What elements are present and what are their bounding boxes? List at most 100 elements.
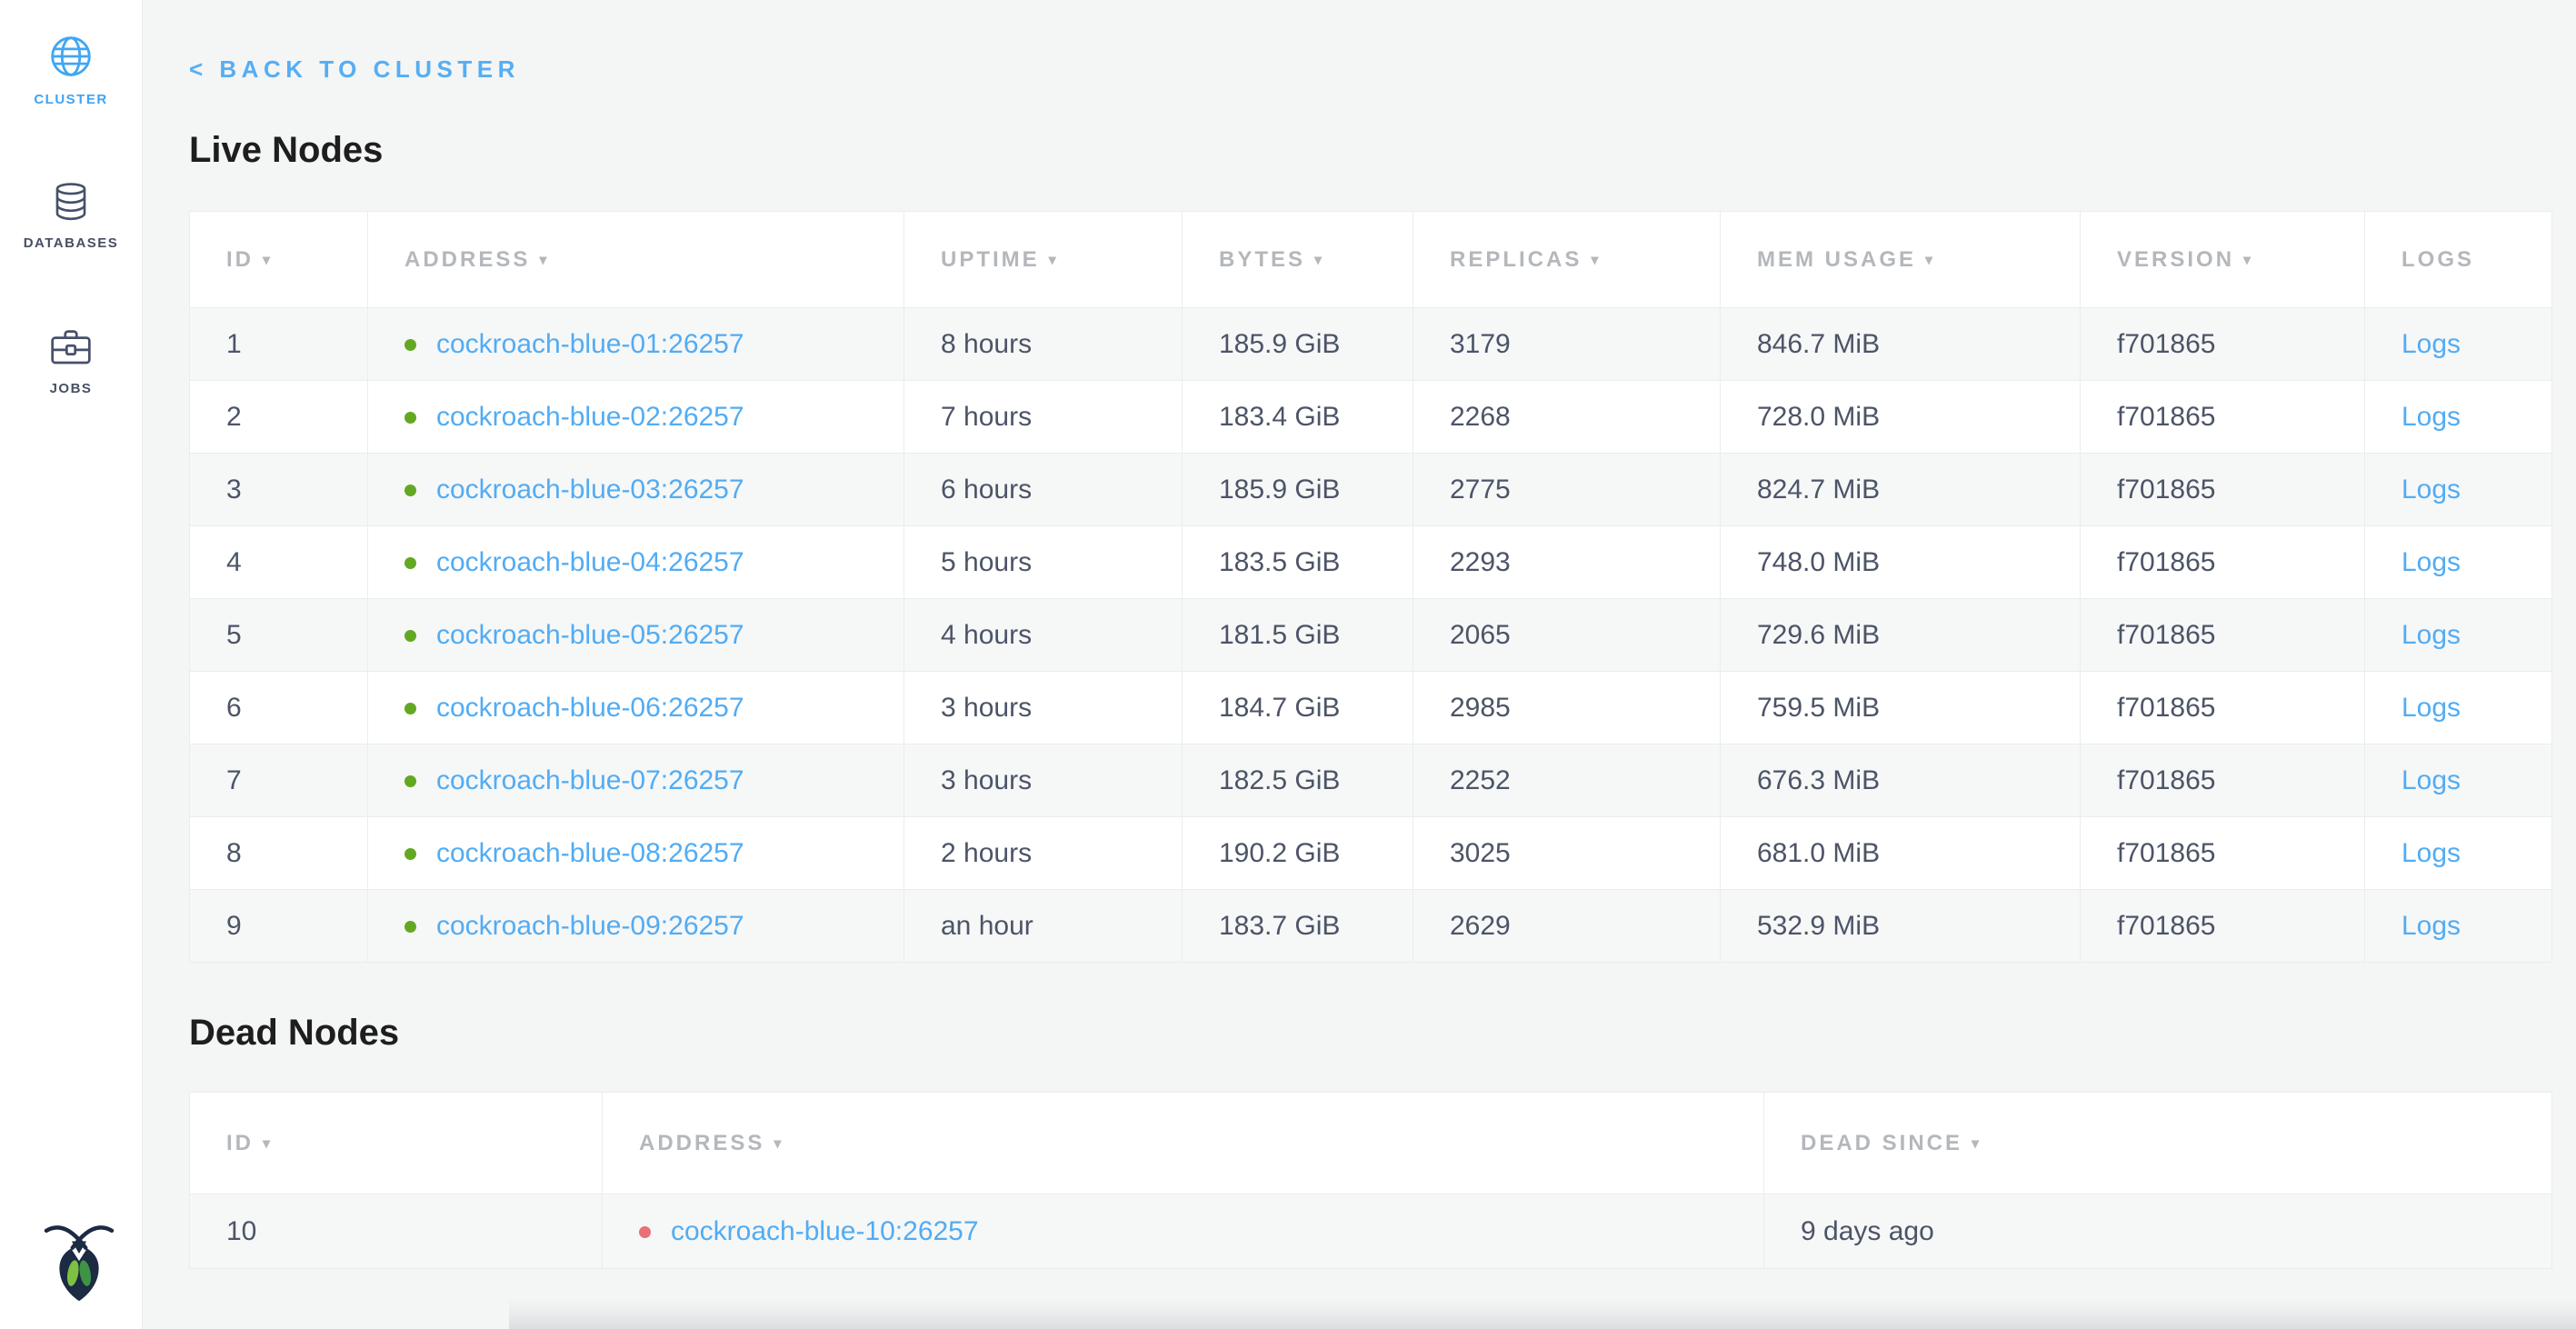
table-cell-mem_usage: 748.0 MiB [1721, 526, 2081, 599]
table-cell-replicas: 2985 [1413, 672, 1721, 744]
sidebar-item-label: CLUSTER [34, 92, 107, 107]
cell-uptime: 6 hours [941, 475, 1032, 505]
node-address-link[interactable]: cockroach-blue-06:26257 [436, 693, 744, 723]
table-cell-logs: Logs [2365, 817, 2552, 890]
sidebar-item-jobs[interactable]: JOBS [0, 324, 142, 396]
node-address-link[interactable]: cockroach-blue-09:26257 [436, 911, 744, 941]
cell-replicas: 2252 [1450, 765, 1511, 795]
cell-mem_usage: 846.7 MiB [1757, 329, 1880, 359]
table-cell-version: f701865 [2081, 890, 2365, 963]
table-cell-bytes: 181.5 GiB [1183, 599, 1413, 672]
table-cell-address: cockroach-blue-05:26257 [368, 599, 904, 672]
logs-link[interactable]: Logs [2401, 547, 2461, 577]
column-header-uptime[interactable]: UPTIME▾ [904, 212, 1183, 308]
node-address-link[interactable]: cockroach-blue-04:26257 [436, 547, 744, 577]
dead-nodes-title: Dead Nodes [189, 1010, 2552, 1055]
table-cell-address: cockroach-blue-03:26257 [368, 454, 904, 526]
cell-uptime: 7 hours [941, 402, 1032, 432]
cell-id: 3 [226, 475, 242, 505]
cell-mem_usage: 676.3 MiB [1757, 765, 1880, 795]
cell-id: 10 [226, 1216, 256, 1246]
column-header-bytes[interactable]: BYTES▾ [1183, 212, 1413, 308]
column-header-dead_since[interactable]: DEAD SINCE ▾ [1764, 1093, 2552, 1194]
node-status-dot-dead [639, 1226, 651, 1238]
table-cell-address: cockroach-blue-07:26257 [368, 744, 904, 817]
table-cell-id: 7 [190, 744, 368, 817]
sort-arrow-icon: ▾ [1049, 253, 1059, 268]
table-row: 5cockroach-blue-05:262574 hours181.5 GiB… [190, 599, 2552, 672]
cell-replicas: 2293 [1450, 547, 1511, 577]
cell-mem_usage: 728.0 MiB [1757, 402, 1880, 432]
node-address-link[interactable]: cockroach-blue-02:26257 [436, 402, 744, 432]
jobs-icon [48, 324, 94, 369]
column-header-id[interactable]: ID▾ [190, 212, 368, 308]
table-cell-uptime: 2 hours [904, 817, 1183, 890]
column-header-label: ID [226, 1131, 254, 1155]
table-cell-logs: Logs [2365, 454, 2552, 526]
node-status-dot-live [404, 485, 416, 496]
table-cell-uptime: 8 hours [904, 308, 1183, 381]
table-cell-id: 8 [190, 817, 368, 890]
table-cell-replicas: 2268 [1413, 381, 1721, 454]
back-to-cluster-link[interactable]: < BACK TO CLUSTER [189, 55, 520, 84]
cell-mem_usage: 824.7 MiB [1757, 475, 1880, 505]
table-cell-replicas: 2293 [1413, 526, 1721, 599]
cell-version: f701865 [2117, 693, 2215, 723]
table-cell-uptime: 6 hours [904, 454, 1183, 526]
column-header-address[interactable]: ADDRESS▾ [603, 1093, 1764, 1194]
table-header-row: ID▾ADDRESS▾UPTIME▾BYTES▾REPLICAS▾MEM USA… [190, 212, 2552, 308]
table-row: 7cockroach-blue-07:262573 hours182.5 GiB… [190, 744, 2552, 817]
column-header-label: ID [226, 247, 254, 272]
column-header-mem_usage[interactable]: MEM USAGE▾ [1721, 212, 2081, 308]
table-cell-uptime: 3 hours [904, 672, 1183, 744]
node-address-link[interactable]: cockroach-blue-07:26257 [436, 765, 744, 795]
column-header-version[interactable]: VERSION▾ [2081, 212, 2365, 308]
table-cell-id: 10 [190, 1194, 603, 1269]
cell-uptime: an hour [941, 911, 1033, 941]
node-address-link[interactable]: cockroach-blue-08:26257 [436, 838, 744, 868]
logs-link[interactable]: Logs [2401, 402, 2461, 432]
table-cell-bytes: 190.2 GiB [1183, 817, 1413, 890]
table-row: 3 cockroach-blue-03:26257 6 hours 185.9 GiB… [190, 454, 2552, 526]
node-address-link[interactable]: cockroach-blue-10:26257 [671, 1216, 979, 1246]
column-header-label: DEAD SINCE [1801, 1131, 1962, 1155]
table-cell-uptime: an hour [904, 890, 1183, 963]
table-cell-uptime: 3 hours [904, 744, 1183, 817]
column-header-label: BYTES [1219, 247, 1305, 272]
logs-link[interactable]: Logs [2401, 329, 2461, 359]
column-header-label: REPLICAS [1450, 247, 1582, 272]
cell-bytes: 183.5 GiB [1219, 547, 1340, 577]
globe-icon [47, 33, 95, 80]
logs-link[interactable]: Logs [2401, 620, 2461, 650]
databases-icon [49, 180, 93, 224]
logs-link[interactable]: Logs [2401, 838, 2461, 868]
column-header-replicas[interactable]: REPLICAS▾ [1413, 212, 1721, 308]
cell-version: f701865 [2117, 838, 2215, 868]
table-cell-mem_usage: 532.9 MiB [1721, 890, 2081, 963]
column-header-label: VERSION [2117, 247, 2234, 272]
table-cell-address: cockroach-blue-02:26257 [368, 381, 904, 454]
sidebar-item-label: JOBS [50, 381, 93, 396]
sort-arrow-icon: ▾ [1972, 1136, 1982, 1152]
column-header-label: LOGS [2401, 247, 2474, 272]
column-header-address[interactable]: ADDRESS▾ [368, 212, 904, 308]
column-header-id[interactable]: ID▾ [190, 1093, 603, 1194]
node-address-link[interactable]: cockroach-blue-03:26257 [436, 475, 744, 505]
table-cell-bytes: 185.9 GiB [1183, 454, 1413, 526]
logs-link[interactable]: Logs [2401, 911, 2461, 941]
sidebar-item-cluster[interactable]: CLUSTER [0, 33, 142, 107]
logs-link[interactable]: Logs [2401, 765, 2461, 795]
cell-uptime: 2 hours [941, 838, 1032, 868]
table-row: 1cockroach-blue-01:262578 hours185.9 GiB… [190, 308, 2552, 381]
table-row: 8 cockroach-blue-08:26257 2 hours 190.2 GiB… [190, 817, 2552, 890]
column-header-label: ADDRESS [404, 247, 530, 272]
logs-link[interactable]: Logs [2401, 693, 2461, 723]
sidebar-item-databases[interactable]: DATABASES [0, 180, 142, 251]
cell-mem_usage: 759.5 MiB [1757, 693, 1880, 723]
node-address-link[interactable]: cockroach-blue-05:26257 [436, 620, 744, 650]
table-cell-id: 6 [190, 672, 368, 744]
table-cell-dead_since: 9 days ago [1764, 1194, 2552, 1269]
node-address-link[interactable]: cockroach-blue-01:26257 [436, 329, 744, 359]
logs-link[interactable]: Logs [2401, 475, 2461, 505]
cockroachdb-logo[interactable] [38, 1218, 120, 1305]
